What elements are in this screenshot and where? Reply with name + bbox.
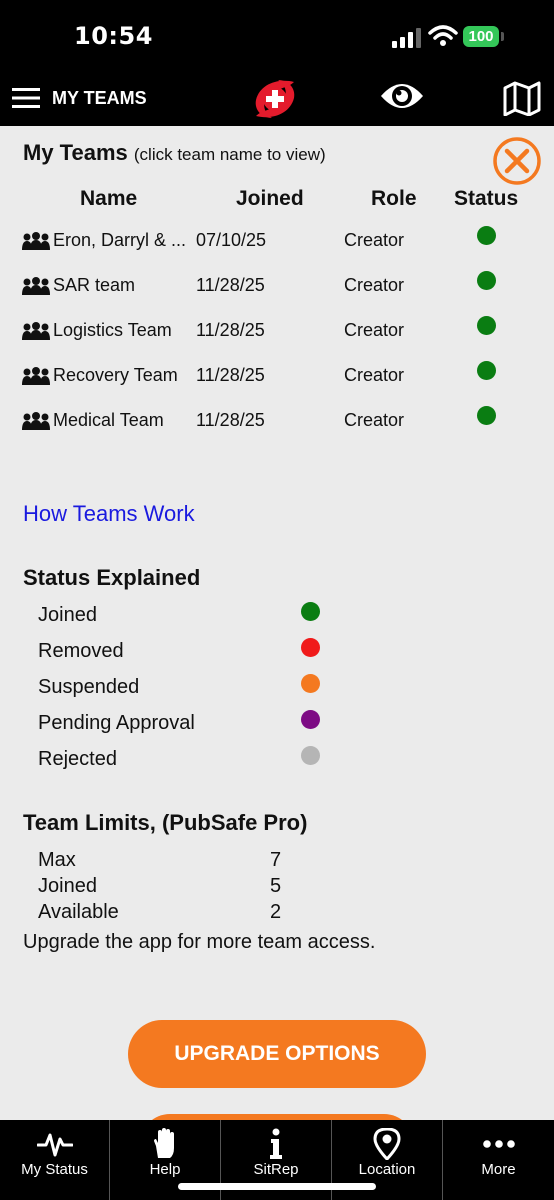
- tab-label: Help: [149, 1161, 181, 1178]
- column-header-role: Role: [371, 187, 417, 210]
- limit-label: Available: [38, 901, 119, 923]
- location-pin-icon: [373, 1128, 401, 1160]
- legend-label: Suspended: [38, 676, 140, 698]
- legend-dot: [301, 746, 320, 765]
- upgrade-options-button[interactable]: UPGRADE OPTIONS: [128, 1020, 426, 1088]
- legend-label: Pending Approval: [38, 712, 195, 734]
- team-status-dot: [477, 226, 496, 245]
- team-role: Creator: [344, 320, 405, 340]
- battery-tip: [501, 32, 504, 41]
- team-group-icon: [22, 367, 50, 385]
- team-status-dot: [477, 271, 496, 290]
- legend-row-pending: Pending Approval: [38, 710, 338, 742]
- team-joined-date: 11/28/25: [196, 320, 265, 340]
- tab-label: SitRep: [253, 1161, 299, 1178]
- limit-row-max: Max 7: [38, 849, 338, 875]
- team-role: Creator: [344, 410, 405, 430]
- limit-label: Joined: [38, 875, 97, 897]
- hand-icon: [154, 1128, 174, 1158]
- main-content: My Teams (click team name to view) Name …: [0, 126, 554, 1144]
- column-header-name: Name: [80, 187, 138, 210]
- team-group-icon: [22, 322, 50, 340]
- cellular-signal-icon: [392, 28, 421, 48]
- how-teams-work-link[interactable]: How Teams Work: [23, 501, 195, 527]
- legend-label: Joined: [38, 604, 97, 626]
- team-status-dot: [477, 406, 496, 425]
- limit-row-joined: Joined 5: [38, 875, 338, 901]
- status-time: 10:54: [74, 22, 153, 50]
- tab-my-status[interactable]: My Status: [0, 1120, 110, 1200]
- eye-icon[interactable]: [379, 78, 425, 114]
- team-name-link[interactable]: Eron, Darryl & ...: [53, 230, 191, 251]
- upgrade-note: Upgrade the app for more team access.: [23, 931, 376, 953]
- team-role: Creator: [344, 365, 405, 385]
- legend-row-joined: Joined: [38, 602, 338, 634]
- page-title: My Teams (click team name to view): [23, 140, 326, 166]
- page-title-text: My Teams: [23, 140, 128, 165]
- team-role: Creator: [344, 230, 405, 250]
- team-row[interactable]: SAR team 11/28/25 Creator: [0, 271, 554, 311]
- top-nav-bar: MY TEAMS: [0, 72, 554, 126]
- team-role: Creator: [344, 275, 405, 295]
- limit-value: 5: [270, 875, 282, 897]
- page-title-hint: (click team name to view): [133, 145, 326, 164]
- hurricane-medical-logo-icon: [255, 80, 295, 118]
- legend-label: Removed: [38, 640, 124, 662]
- team-row[interactable]: Logistics Team 11/28/25 Creator: [0, 316, 554, 356]
- team-name-link[interactable]: SAR team: [53, 275, 191, 296]
- team-status-dot: [477, 361, 496, 380]
- info-icon: [270, 1128, 282, 1159]
- hamburger-menu-icon[interactable]: [12, 87, 40, 109]
- column-header-status: Status: [454, 187, 519, 210]
- team-group-icon: [22, 412, 50, 430]
- status-explained-heading: Status Explained: [23, 565, 201, 590]
- team-group-icon: [22, 232, 50, 250]
- heartbeat-icon: [36, 1133, 73, 1157]
- legend-row-rejected: Rejected: [38, 746, 338, 778]
- column-header-joined: Joined: [236, 187, 304, 210]
- nav-title: MY TEAMS: [52, 88, 147, 108]
- team-row[interactable]: Medical Team 11/28/25 Creator: [0, 406, 554, 446]
- battery-indicator: 100: [463, 26, 499, 47]
- limit-label: Max: [38, 849, 76, 871]
- map-icon[interactable]: [502, 80, 542, 116]
- team-row[interactable]: Eron, Darryl & ... 07/10/25 Creator: [0, 226, 554, 266]
- tab-label: More: [481, 1161, 516, 1178]
- team-name-link[interactable]: Logistics Team: [53, 320, 191, 341]
- more-dots-icon: [482, 1140, 515, 1148]
- close-icon[interactable]: [492, 136, 542, 186]
- tab-label: Location: [358, 1161, 416, 1178]
- legend-label: Rejected: [38, 748, 117, 770]
- legend-dot: [301, 638, 320, 657]
- team-joined-date: 07/10/25: [196, 230, 267, 250]
- home-indicator: [178, 1183, 376, 1190]
- legend-dot: [301, 674, 320, 693]
- legend-dot: [301, 602, 320, 621]
- limit-value: 2: [270, 901, 282, 923]
- team-status-dot: [477, 316, 496, 335]
- team-limits-heading: Team Limits, (PubSafe Pro): [23, 810, 308, 835]
- tab-label: My Status: [21, 1161, 88, 1178]
- legend-dot: [301, 710, 320, 729]
- team-name-link[interactable]: Recovery Team: [53, 365, 191, 386]
- wifi-icon: [428, 25, 458, 46]
- limit-row-available: Available 2: [38, 901, 338, 927]
- legend-row-removed: Removed: [38, 638, 338, 670]
- team-joined-date: 11/28/25: [196, 275, 265, 295]
- limit-value: 7: [270, 849, 282, 871]
- status-bar: 10:54 100: [0, 0, 554, 72]
- team-row[interactable]: Recovery Team 11/28/25 Creator: [0, 361, 554, 401]
- legend-row-suspended: Suspended: [38, 674, 338, 706]
- team-joined-date: 11/28/25: [196, 410, 265, 430]
- tab-more[interactable]: More: [443, 1120, 554, 1200]
- team-joined-date: 11/28/25: [196, 365, 265, 385]
- team-name-link[interactable]: Medical Team: [53, 410, 191, 431]
- team-group-icon: [22, 277, 50, 295]
